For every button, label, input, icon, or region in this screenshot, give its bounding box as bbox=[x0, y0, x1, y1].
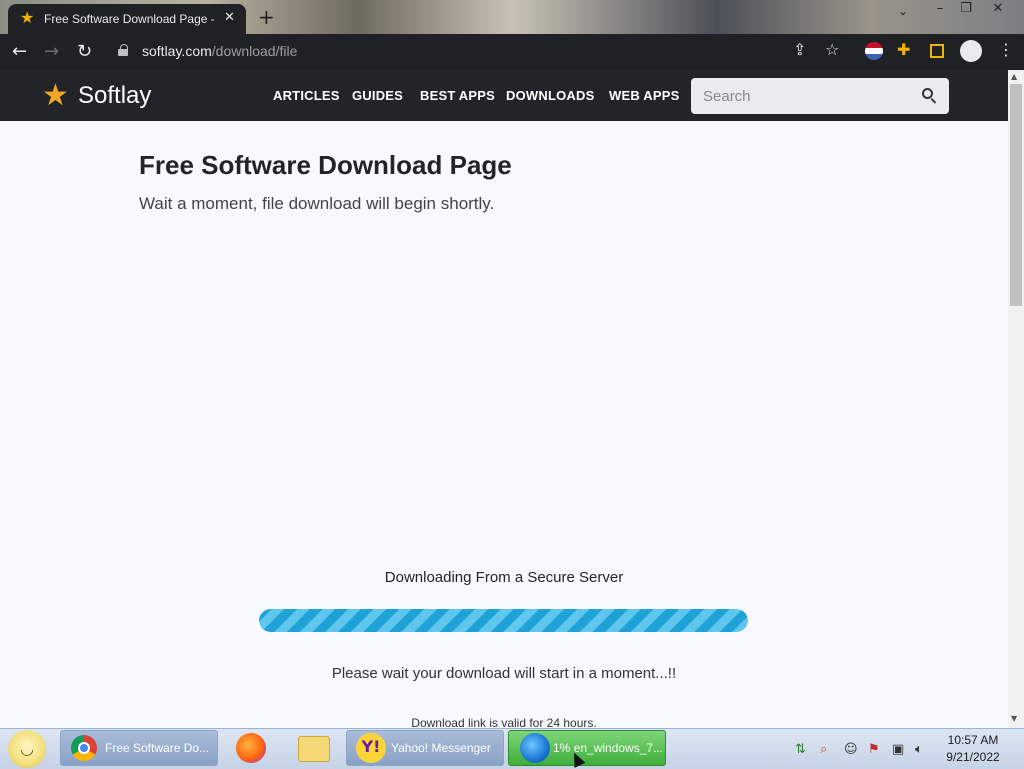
menu-dots-icon[interactable]: ⋮ bbox=[998, 40, 1014, 59]
scroll-down-arrow-icon[interactable]: ▼ bbox=[1011, 714, 1017, 723]
clock-time[interactable]: 10:57 AM bbox=[938, 733, 1008, 747]
lock-icon bbox=[118, 44, 128, 56]
close-tab-icon[interactable]: ✕ bbox=[224, 10, 235, 25]
nav-articles[interactable]: ARTICLES bbox=[273, 88, 340, 103]
address-bar[interactable]: softlay.com/download/file bbox=[106, 38, 858, 66]
progress-fill bbox=[259, 609, 748, 632]
window-close-icon[interactable]: ✕ bbox=[984, 0, 1012, 20]
scrollbar-thumb[interactable] bbox=[1010, 84, 1022, 306]
downloading-label: Downloading From a Secure Server bbox=[384, 569, 624, 586]
site-logo[interactable]: Softlay bbox=[78, 82, 151, 110]
forward-icon[interactable]: → bbox=[44, 42, 59, 62]
nav-web-apps[interactable]: WEB APPS bbox=[609, 88, 679, 103]
tray-monitor-icon[interactable]: ▣ bbox=[892, 742, 904, 757]
reload-icon[interactable]: ↻ bbox=[77, 42, 92, 62]
tray-security-icon[interactable]: ⚑ bbox=[868, 742, 880, 757]
taskbar-item-label: 1% en_windows_7... bbox=[553, 741, 663, 755]
scroll-up-arrow-icon[interactable]: ▲ bbox=[1011, 72, 1017, 81]
restore-icon[interactable]: ❐ bbox=[952, 0, 980, 20]
logo-star-icon: ★ bbox=[42, 78, 69, 113]
star-favicon-icon: ★ bbox=[20, 8, 35, 27]
back-icon[interactable]: ← bbox=[12, 42, 27, 62]
browser-toolbar: ← → ↻ softlay.com/download/file ⇪ ☆ ✚ ⋮ bbox=[0, 34, 1024, 70]
share-icon[interactable]: ⇪ bbox=[793, 40, 806, 59]
search-icon[interactable] bbox=[922, 88, 937, 104]
minimize-icon[interactable]: – bbox=[926, 0, 954, 20]
nav-guides[interactable]: GUIDES bbox=[352, 88, 403, 103]
tab-search-chevron-icon[interactable]: ⌄ bbox=[898, 4, 908, 18]
tray-network-icon[interactable]: ⇅ bbox=[795, 742, 806, 757]
yahoo-messenger-icon: Y! bbox=[356, 733, 386, 763]
smiley-icon: ◡ bbox=[20, 739, 34, 758]
bookmark-star-icon[interactable]: ☆ bbox=[825, 40, 839, 59]
page-subtitle: Wait a moment, file download will begin … bbox=[139, 194, 495, 213]
extensions-puzzle-icon[interactable]: ✚ bbox=[897, 40, 910, 59]
profile-avatar-icon[interactable] bbox=[960, 40, 982, 62]
new-tab-icon[interactable]: + bbox=[258, 5, 275, 29]
browser-tab[interactable]: ★ Free Software Download Page - ✕ bbox=[8, 4, 246, 34]
clock-date[interactable]: 9/21/2022 bbox=[938, 750, 1008, 764]
chrome-icon bbox=[71, 735, 97, 761]
taskbar-item-chrome[interactable]: Free Software Do... bbox=[60, 730, 218, 766]
taskbar-item-label: Free Software Do... bbox=[105, 741, 210, 755]
nav-best-apps[interactable]: BEST APPS bbox=[420, 88, 495, 103]
start-button[interactable]: ◡ bbox=[8, 730, 46, 768]
url-text: softlay.com/download/file bbox=[142, 43, 298, 59]
tray-volume-icon[interactable]: 🔈︎ bbox=[915, 742, 923, 757]
wait-message: Please wait your download will start in … bbox=[331, 665, 677, 682]
side-panel-icon[interactable] bbox=[930, 44, 944, 58]
tab-title: Free Software Download Page - bbox=[44, 12, 214, 26]
folder-icon[interactable] bbox=[298, 736, 330, 762]
download-manager-icon bbox=[520, 733, 550, 763]
search-input[interactable] bbox=[691, 78, 949, 114]
page-title: Free Software Download Page bbox=[139, 150, 512, 180]
taskbar-item-label: Yahoo! Messenger bbox=[391, 741, 491, 755]
firefox-icon[interactable] bbox=[236, 733, 266, 763]
nav-downloads[interactable]: DOWNLOADS bbox=[506, 88, 594, 103]
tray-search-icon[interactable]: ⌕ bbox=[820, 742, 827, 757]
extension-flag-icon[interactable] bbox=[865, 42, 883, 60]
download-progress-bar bbox=[259, 609, 748, 632]
tray-messenger-icon[interactable]: ☺ bbox=[844, 742, 858, 757]
